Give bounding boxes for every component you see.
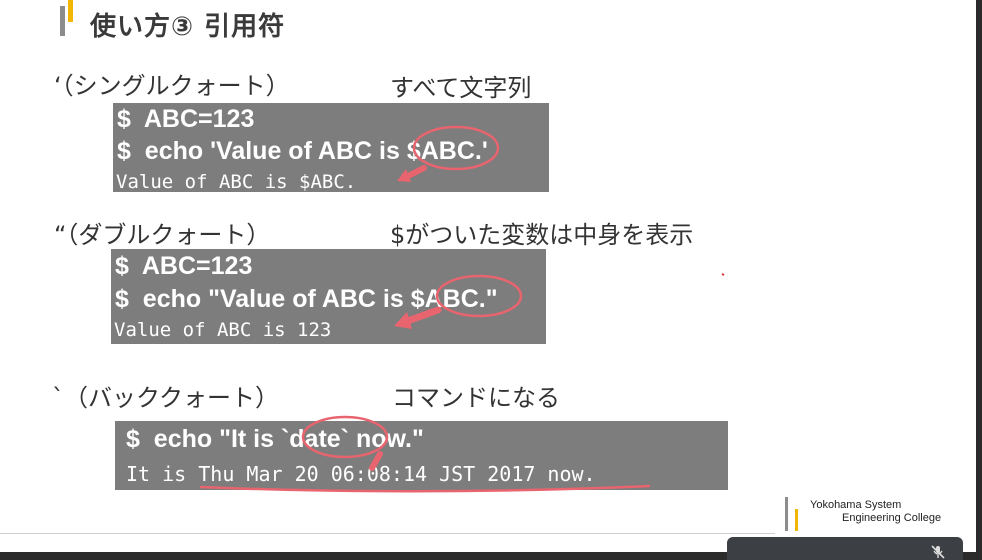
back-quote-label: `（バッククォート） [52,384,280,412]
slide: 使い方③ 引用符 ‘（シングルクォート） すべて文字列 $ ABC=123 $ … [0,0,982,560]
meeting-control-panel[interactable] [727,537,963,560]
terminal-output: Value of ABC is 123 [114,319,332,341]
terminal-line: $ ABC=123 [115,252,253,280]
logo-accent-yellow [795,509,798,531]
window-edge-right [976,0,982,560]
logo-line-1: Yokohama System [810,499,902,511]
terminal-line: $ echo 'Value of ABC is $ABC.' [117,137,488,165]
double-quote-terminal: $ ABC=123 $ echo "Value of ABC is $ABC."… [111,249,546,344]
single-quote-description: すべて文字列 [390,74,532,102]
slide-title: 使い方③ 引用符 [90,12,286,42]
terminal-line: $ echo "Value of ABC is $ABC." [115,285,498,313]
terminal-line: $ echo "It is `date` now." [126,425,424,453]
terminal-output: Value of ABC is $ABC. [116,171,357,193]
logo-line-2: Engineering College [842,512,942,524]
terminal-line: $ ABC=123 [117,105,255,133]
double-quote-label: “（ダブルクォート） [54,221,271,249]
title-accent-yellow [68,0,73,22]
footer-divider [0,533,775,534]
back-quote-terminal: $ echo "It is `date` now." It is Thu Mar… [115,421,728,490]
title-accent-gray [60,6,65,36]
logo-accent-gray [785,497,788,531]
double-quote-description: $がついた変数は中身を表示 [390,221,694,249]
mic-muted-icon[interactable] [930,545,946,559]
stray-mark [721,273,725,276]
single-quote-label: ‘（シングルクォート） [54,72,290,100]
single-quote-terminal: $ ABC=123 $ echo 'Value of ABC is $ABC.'… [113,103,549,193]
back-quote-description: コマンドになる [392,384,560,412]
terminal-output: It is Thu Mar 20 06:08:14 JST 2017 now. [126,462,596,486]
